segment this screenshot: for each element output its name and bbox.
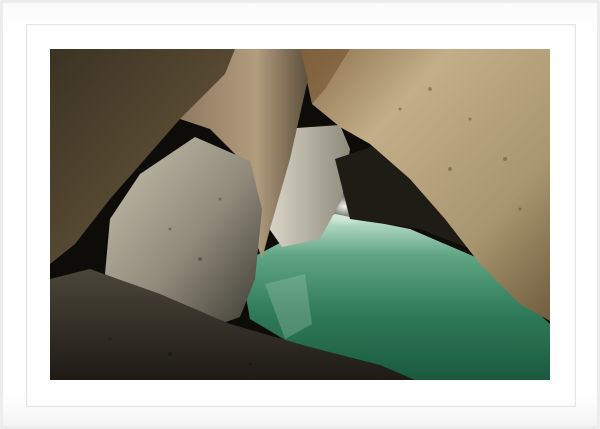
photograph bbox=[50, 49, 550, 380]
framed-print bbox=[0, 0, 600, 429]
cave-photo-svg bbox=[50, 49, 550, 380]
